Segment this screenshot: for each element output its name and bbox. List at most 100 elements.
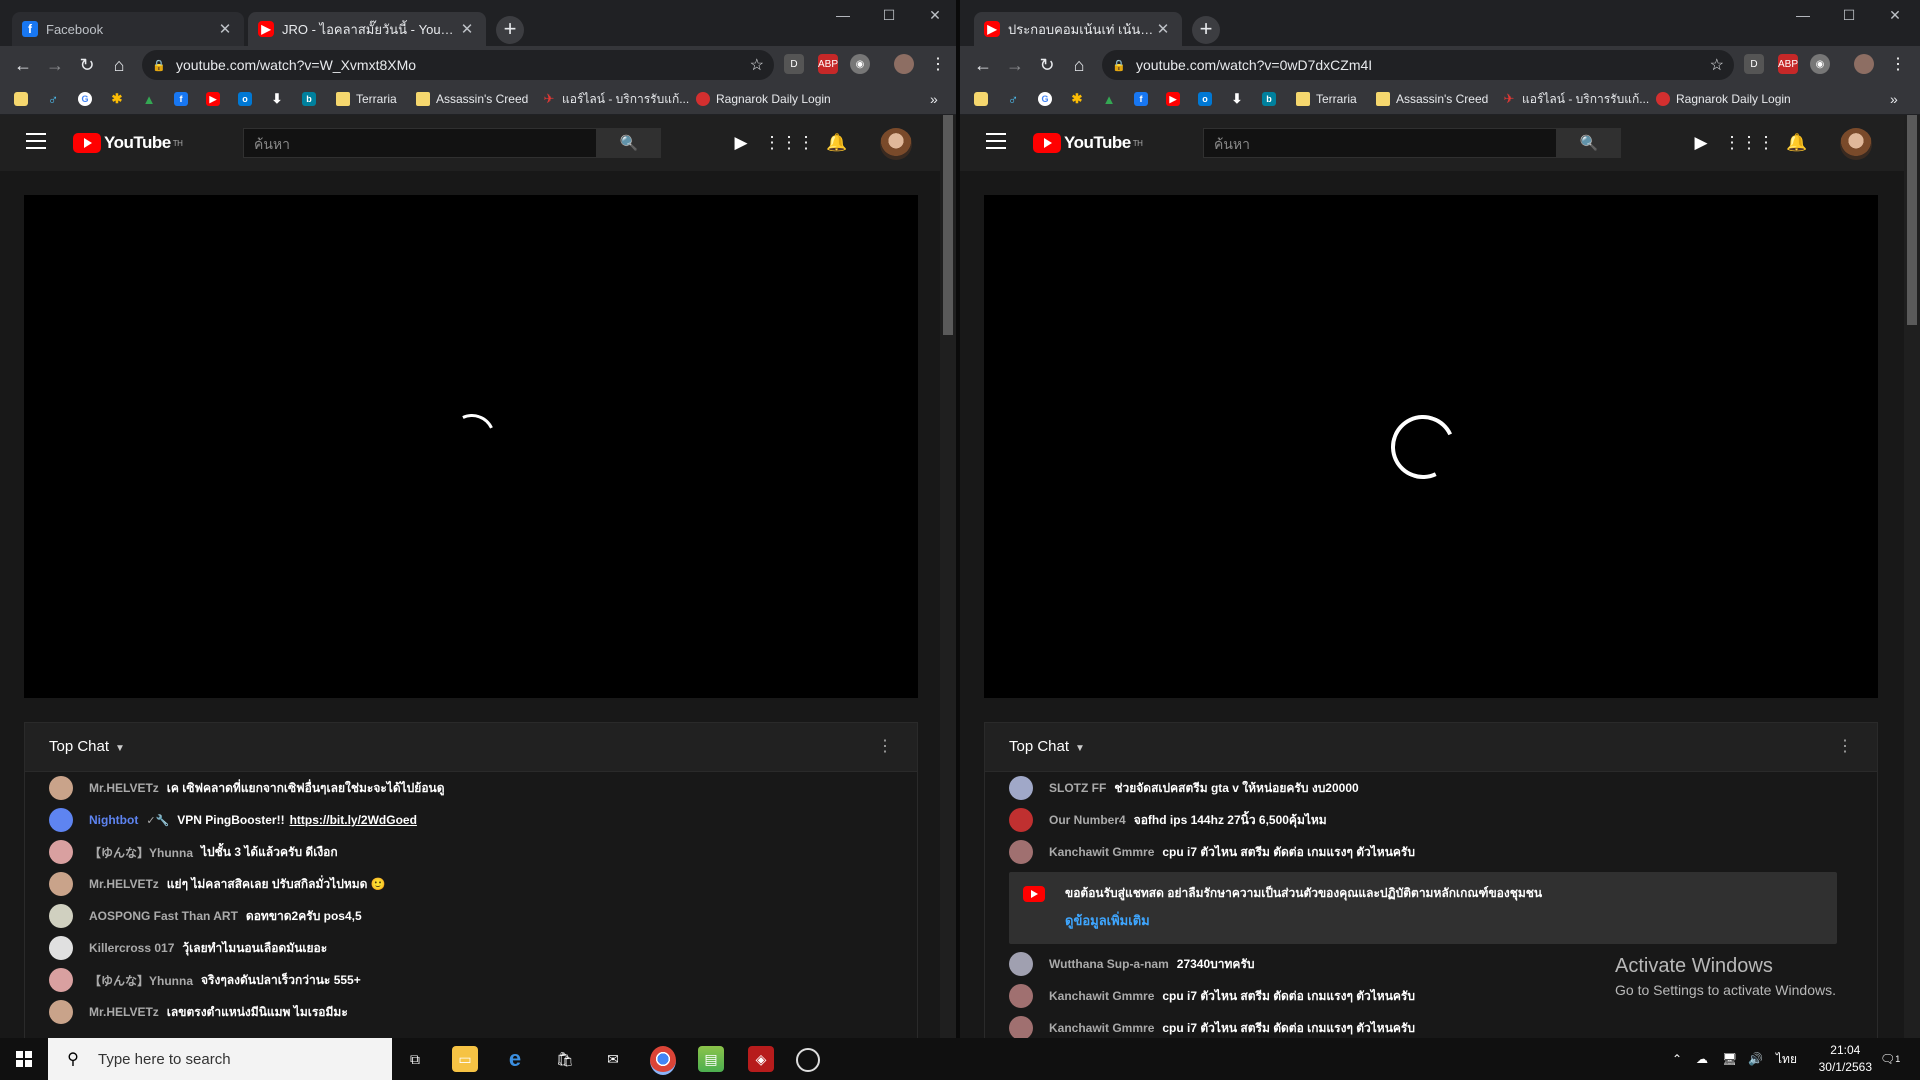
more-bookmarks-icon[interactable]: »	[930, 90, 938, 108]
chat-author[interactable]: SLOTZ FF	[1049, 781, 1106, 795]
close-tab-icon[interactable]: ✕	[216, 20, 234, 38]
extension-icon[interactable]: D	[784, 54, 804, 74]
chat-author[interactable]: Mr.HELVETz	[89, 1005, 159, 1019]
chat-author[interactable]: Mr.HELVETz	[89, 781, 159, 795]
create-video-icon[interactable]: ▶	[1690, 132, 1712, 154]
avatar[interactable]	[49, 840, 73, 864]
extension-icon[interactable]: ◉	[850, 54, 870, 74]
bookmark-terraria[interactable]: Terraria	[336, 90, 397, 108]
new-tab-button[interactable]: +	[1192, 16, 1220, 44]
google-icon[interactable]: G	[78, 92, 92, 106]
start-button[interactable]	[0, 1038, 48, 1080]
chat-author[interactable]: Kanchawit Gmmre	[1049, 845, 1154, 859]
avatar[interactable]	[49, 936, 73, 960]
folder-icon[interactable]	[14, 92, 28, 106]
scrollbar-thumb[interactable]	[1907, 115, 1917, 325]
game-app-icon[interactable]: ◈	[748, 1046, 774, 1072]
avatar[interactable]	[1009, 952, 1033, 976]
folder-icon[interactable]	[974, 92, 988, 106]
file-explorer-icon[interactable]: ▭	[452, 1046, 478, 1072]
avatar[interactable]	[49, 1000, 73, 1024]
chat-author[interactable]: 【ゆんな】Yhunna	[89, 844, 193, 861]
bookmark-assassins-creed[interactable]: Assassin's Creed	[1376, 90, 1488, 108]
store-icon[interactable]: 🛍	[552, 1046, 578, 1072]
bookmark-airline[interactable]: ✈ แอร์ไลน์ - บริการรับแก้...	[542, 90, 690, 108]
adblock-icon[interactable]: ABP	[1778, 54, 1798, 74]
tab-youtube[interactable]: ▶ ประกอบคอมเน้นเท่ เน้นแรง ได้ทั้งสวยทั้…	[974, 12, 1182, 46]
bookmark-star-icon[interactable]: ☆	[750, 55, 764, 75]
obs-icon[interactable]	[796, 1048, 820, 1072]
video-player[interactable]	[24, 195, 918, 698]
reload-button[interactable]: ↻	[1034, 52, 1060, 78]
chat-author[interactable]: Wutthana Sup-a-nam	[1049, 957, 1169, 971]
profile-avatar-icon[interactable]	[894, 54, 914, 74]
tray-chevron-up-icon[interactable]: ⌃	[1672, 1038, 1682, 1080]
bookmark-assassins-creed[interactable]: Assassin's Creed	[416, 90, 528, 108]
bookmark-terraria[interactable]: Terraria	[1296, 90, 1357, 108]
taskbar-search-input[interactable]: ⚲ Type here to search	[48, 1038, 392, 1080]
menu-kebab-icon[interactable]: ⋮	[928, 54, 948, 74]
bing-icon[interactable]: b	[1262, 92, 1276, 106]
close-window-button[interactable]: ✕	[912, 0, 958, 30]
home-button[interactable]: ⌂	[1066, 52, 1092, 78]
address-bar[interactable]: 🔒 youtube.com/watch?v=0wD7dxCZm4I ☆	[1102, 50, 1734, 80]
input-language[interactable]: ไทย	[1776, 1038, 1797, 1080]
minimize-button[interactable]: —	[820, 0, 866, 30]
menu-kebab-icon[interactable]: ⋮	[1888, 54, 1908, 74]
edge-browser-icon[interactable]: e	[502, 1046, 528, 1072]
bookmark-ragnarok[interactable]: Ragnarok Daily Login	[1656, 90, 1791, 108]
youtube-icon[interactable]: ▶	[206, 92, 220, 106]
bookmark-ragnarok[interactable]: Ragnarok Daily Login	[696, 90, 831, 108]
avatar[interactable]	[1840, 128, 1872, 160]
bluestacks-icon[interactable]: ▤	[698, 1046, 724, 1072]
avatar[interactable]	[49, 776, 73, 800]
reload-button[interactable]: ↻	[74, 52, 100, 78]
onedrive-cloud-icon[interactable]: ☁	[1696, 1038, 1708, 1080]
search-button[interactable]: 🔍	[1557, 128, 1621, 158]
maximize-button[interactable]: ☐	[1826, 0, 1872, 30]
google-drive-icon[interactable]: ▲	[142, 92, 156, 107]
outlook-icon[interactable]: o	[238, 92, 252, 106]
chat-more-icon[interactable]: ⋮	[1837, 736, 1853, 756]
chat-mode-dropdown[interactable]: Top Chat ▼	[49, 738, 125, 755]
maximize-button[interactable]: ☐	[866, 0, 912, 30]
search-button[interactable]: 🔍	[597, 128, 661, 158]
chat-author[interactable]: Kanchawit Gmmre	[1049, 989, 1154, 1003]
video-player[interactable]	[984, 195, 1878, 698]
facebook-icon[interactable]: f	[174, 92, 188, 106]
minimize-button[interactable]: —	[1780, 0, 1826, 30]
bing-icon[interactable]: b	[302, 92, 316, 106]
page-scrollbar[interactable]	[1904, 115, 1920, 1038]
avatar[interactable]	[49, 808, 73, 832]
male-symbol-icon[interactable]: ♂	[1006, 91, 1020, 107]
action-center-notification-icon[interactable]: 🗨 1	[1880, 1038, 1900, 1080]
avatar[interactable]	[880, 128, 912, 160]
adblock-icon[interactable]: ABP	[818, 54, 838, 74]
youtube-icon[interactable]: ▶	[1166, 92, 1180, 106]
facebook-icon[interactable]: f	[1134, 92, 1148, 106]
avatar[interactable]	[1009, 984, 1033, 1008]
chat-author[interactable]: Mr.HELVETz	[89, 877, 159, 891]
learn-more-link[interactable]: ดูข้อมูลเพิ่มเติม	[1065, 910, 1150, 931]
extension-icon[interactable]: ◉	[1810, 54, 1830, 74]
google-photos-icon[interactable]: ✱	[110, 91, 124, 106]
chat-more-icon[interactable]: ⋮	[877, 736, 893, 756]
chat-link[interactable]: https://bit.ly/2WdGoed	[290, 813, 417, 827]
youtube-logo[interactable]: YouTube TH	[1033, 133, 1143, 153]
chat-author[interactable]: Kanchawit Gmmre	[1049, 1021, 1154, 1035]
chat-author[interactable]: Killercross 017	[89, 941, 174, 955]
search-input[interactable]: ค้นหา	[1203, 128, 1557, 158]
forward-button[interactable]: →	[1002, 52, 1028, 78]
avatar[interactable]	[49, 904, 73, 928]
avatar[interactable]	[1009, 808, 1033, 832]
mail-icon[interactable]: ✉	[600, 1046, 626, 1072]
back-button[interactable]: ←	[10, 52, 36, 78]
avatar[interactable]	[49, 872, 73, 896]
google-photos-icon[interactable]: ✱	[1070, 91, 1084, 106]
avatar[interactable]	[1009, 1016, 1033, 1038]
close-tab-icon[interactable]: ✕	[458, 20, 476, 38]
network-icon[interactable]: 🖥	[1722, 1038, 1737, 1080]
google-drive-icon[interactable]: ▲	[1102, 92, 1116, 107]
youtube-logo[interactable]: YouTube TH	[73, 133, 183, 153]
google-icon[interactable]: G	[1038, 92, 1052, 106]
